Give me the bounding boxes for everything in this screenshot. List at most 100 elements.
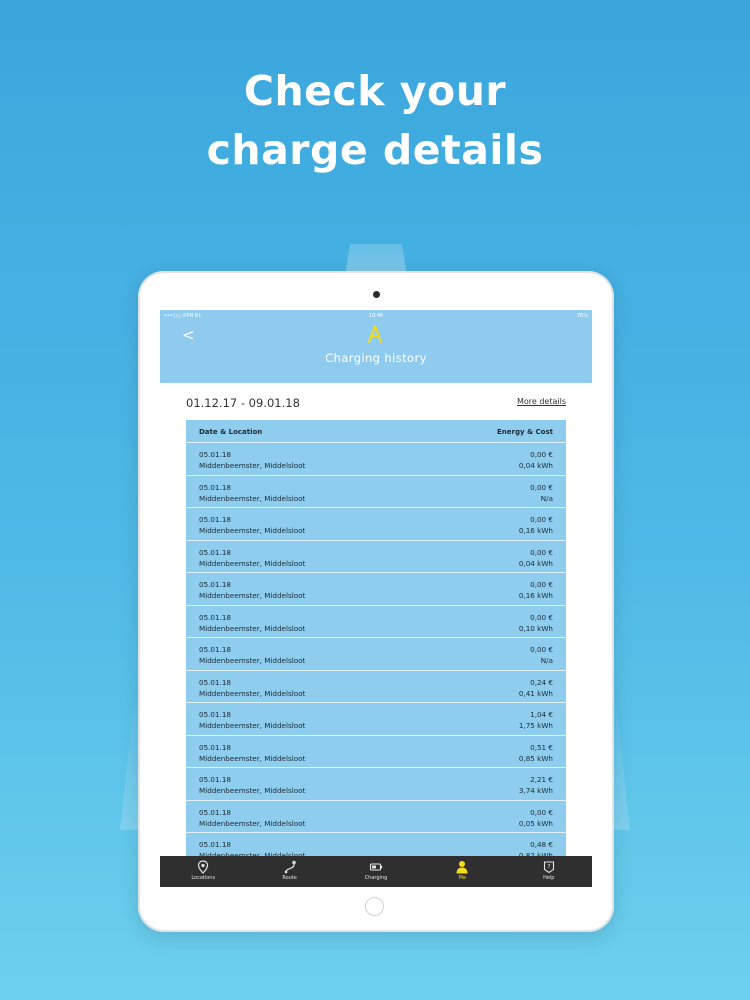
table-row[interactable]: 05.01.18 Middenbeemster, Middelsloot 0,00 … (186, 442, 566, 475)
row-energy: N/a (540, 656, 553, 665)
row-location: Middenbeemster, Middelsloot (199, 656, 306, 665)
row-cost: 1,04 € (530, 710, 553, 719)
row-date: 05.01.18 (199, 775, 232, 784)
row-date: 05.01.18 (199, 515, 232, 524)
headline-line-1: Check your (243, 67, 507, 115)
camera-icon (373, 291, 380, 298)
tab-label: Me (458, 875, 467, 881)
table-row[interactable]: 05.01.18 Middenbeemster, Middelsloot 0,00 … (186, 604, 566, 638)
battery-status: 76% (576, 313, 588, 319)
svg-text:?: ? (547, 864, 550, 871)
row-cost: 0,00 € (530, 547, 553, 557)
row-date: 05.01.18 (199, 840, 232, 849)
battery-icon (369, 863, 383, 871)
table-header: Date & Location Energy & Cost (186, 420, 566, 442)
table-body: 05.01.18 Middenbeemster, Middelsloot 0,00 … (186, 442, 566, 865)
app-header: •••○○ KPN NL 10:46 76% < Charging histor… (160, 310, 592, 383)
column-header-energy-cost: Energy & Cost (497, 428, 553, 436)
row-date: 05.01.18 (199, 710, 232, 719)
table-row[interactable]: 05.01.18 Middenbeemster, Middelsloot 0,00 … (186, 474, 566, 508)
column-header-date-location: Date & Location (199, 428, 263, 436)
row-energy: 0,41 kWh (518, 688, 553, 698)
status-time: 10:46 (368, 313, 384, 319)
location-pin-icon (198, 860, 209, 874)
tab-bar: Locations Route Charging Me ? Help (160, 856, 592, 887)
app-screen: •••○○ KPN NL 10:46 76% < Charging histor… (160, 310, 592, 887)
date-range: 01.12.17 - 09.01.18 (186, 396, 300, 410)
status-bar: •••○○ KPN NL 10:46 76% (160, 310, 592, 322)
tab-me[interactable]: Me (419, 856, 505, 887)
row-energy: 1,75 kWh (518, 721, 553, 730)
row-cost: 0,00 € (530, 612, 553, 622)
tab-charging[interactable]: Charging (333, 856, 419, 887)
tab-label: Help (543, 875, 555, 881)
row-date: 05.01.18 (199, 742, 232, 752)
table-row[interactable]: 05.01.18 Middenbeemster, Middelsloot 0,51 … (186, 734, 566, 768)
table-row[interactable]: 05.01.18 Middenbeemster, Middelsloot 1,04 … (186, 702, 566, 735)
row-cost: 0,24 € (530, 677, 553, 687)
row-cost: 0,00 € (530, 450, 553, 459)
row-energy: 0,85 kWh (518, 753, 553, 763)
tab-label: Charging (364, 875, 388, 881)
row-energy: 0,10 kWh (518, 623, 553, 633)
row-cost: 0,00 € (530, 580, 553, 589)
row-location: Middenbeemster, Middelsloot (199, 461, 306, 470)
table-row[interactable]: 05.01.18 Middenbeemster, Middelsloot 0,00 … (186, 539, 566, 573)
row-energy: N/a (540, 493, 553, 503)
row-cost: 2,21 € (530, 775, 553, 784)
table-row[interactable]: 05.01.18 Middenbeemster, Middelsloot 0,00 … (186, 507, 566, 540)
row-date: 05.01.18 (199, 482, 232, 492)
row-energy: 0,16 kWh (518, 526, 553, 535)
route-icon (284, 860, 296, 874)
row-cost: 0,51 € (530, 742, 553, 752)
help-icon: ? (543, 861, 554, 874)
tab-help[interactable]: ? Help (506, 856, 592, 887)
row-location: Middenbeemster, Middelsloot (199, 493, 306, 503)
row-cost: 0,00 € (530, 807, 553, 817)
headline-line-2: charge details (206, 126, 544, 174)
page-title: Charging history (325, 351, 427, 365)
row-location: Middenbeemster, Middelsloot (199, 786, 306, 795)
row-location: Middenbeemster, Middelsloot (199, 688, 306, 698)
row-cost: 0,00 € (530, 645, 553, 654)
row-location: Middenbeemster, Middelsloot (199, 526, 306, 535)
row-date: 05.01.18 (199, 612, 232, 622)
row-cost: 0,00 € (530, 515, 553, 524)
row-date: 05.01.18 (199, 645, 232, 654)
tab-label: Route (282, 875, 297, 881)
tablet-frame: •••○○ KPN NL 10:46 76% < Charging histor… (138, 271, 614, 932)
back-button[interactable]: < (182, 326, 195, 344)
row-date: 05.01.18 (199, 677, 232, 687)
table-row[interactable]: 05.01.18 Middenbeemster, Middelsloot 0,24 … (186, 669, 566, 703)
row-date: 05.01.18 (199, 807, 232, 817)
headline: Check your charge details (0, 62, 750, 180)
row-energy: 0,16 kWh (518, 591, 553, 600)
row-location: Middenbeemster, Middelsloot (199, 753, 306, 763)
charging-history-table: Date & Location Energy & Cost 05.01.18 Mi… (186, 420, 566, 880)
row-location: Middenbeemster, Middelsloot (199, 591, 306, 600)
row-date: 05.01.18 (199, 450, 232, 459)
table-row[interactable]: 05.01.18 Middenbeemster, Middelsloot 0,00 … (186, 572, 566, 605)
table-row[interactable]: 05.01.18 Middenbeemster, Middelsloot 0,00 … (186, 799, 566, 833)
row-energy: 0,05 kWh (518, 818, 553, 828)
row-cost: 0,00 € (530, 482, 553, 492)
row-energy: 3,74 kWh (518, 786, 553, 795)
table-row[interactable]: 05.01.18 Middenbeemster, Middelsloot 0,00 … (186, 637, 566, 670)
tab-label: Locations (191, 875, 216, 881)
row-cost: 0,48 € (530, 840, 553, 849)
row-energy: 0,04 kWh (518, 558, 553, 568)
row-location: Middenbeemster, Middelsloot (199, 721, 306, 730)
home-button[interactable] (365, 897, 384, 916)
row-location: Middenbeemster, Middelsloot (199, 623, 306, 633)
tab-route[interactable]: Route (246, 856, 332, 887)
tab-locations[interactable]: Locations (160, 856, 246, 887)
row-location: Middenbeemster, Middelsloot (199, 558, 306, 568)
table-row[interactable]: 05.01.18 Middenbeemster, Middelsloot 2,21 … (186, 767, 566, 800)
row-location: Middenbeemster, Middelsloot (199, 818, 306, 828)
row-date: 05.01.18 (199, 547, 232, 557)
more-details-link[interactable]: More details (517, 397, 566, 406)
person-icon (456, 861, 468, 874)
row-date: 05.01.18 (199, 580, 232, 589)
row-energy: 0,04 kWh (518, 461, 553, 470)
app-logo-icon (368, 325, 382, 343)
